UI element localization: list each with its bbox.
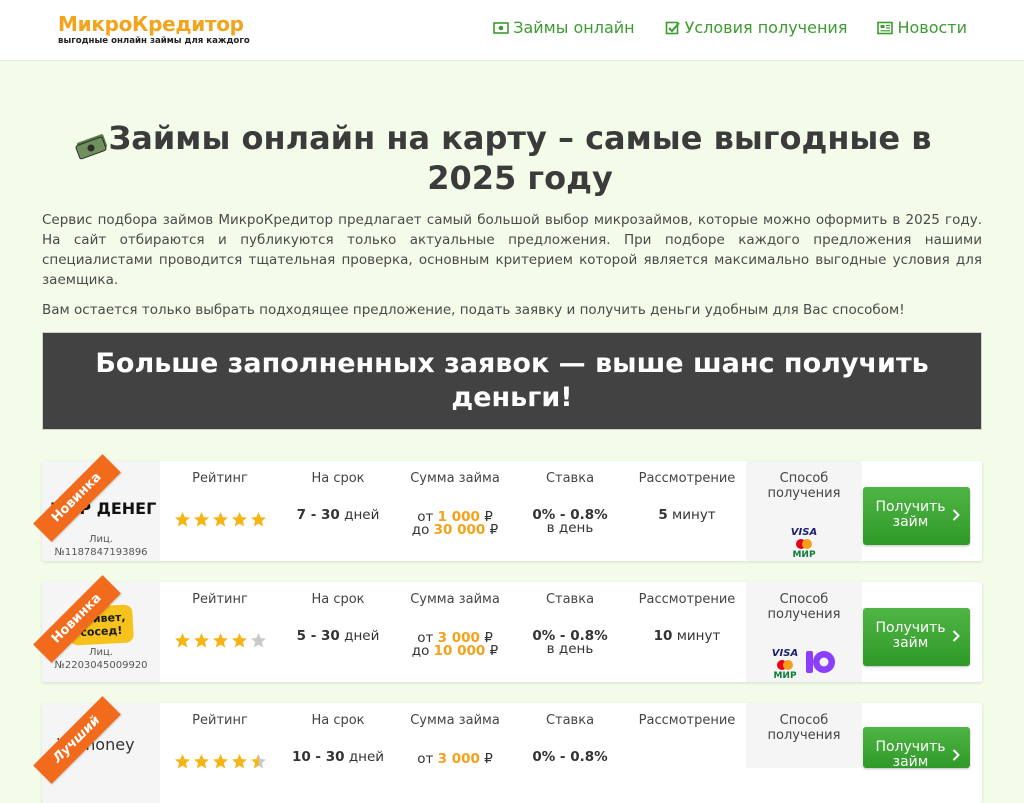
amount-value: от 1 000 ₽ до 30 000 ₽ [411,509,499,538]
offer-card: joymoney Лучший Рейтинг На срок 10 - 30 … [33,696,982,803]
chevron-right-icon [952,630,960,642]
payment-methods: Способ получения VISA МИР [746,461,862,561]
rate-value: 0% - 0.8% в день [532,507,608,536]
col-head-review: Рассмотрение [638,713,736,728]
nav-label-news: Новости [897,18,967,37]
star-icon [175,754,190,769]
get-loan-button[interactable]: Получить займ [863,727,970,770]
page-title: Займы онлайн на карту – самые выгодные в… [108,119,932,197]
star-icon [251,633,266,648]
visa-mc-mir-logo: VISA МИР [771,648,799,681]
col-head-review: Рассмотрение [638,471,736,486]
logo-subtitle: выгодные онлайн займы для каждого [58,36,250,46]
star-icon [213,512,228,527]
rating-stars [174,753,267,770]
amount-value: от 3 000 ₽ [417,751,493,767]
rate-value: 0% - 0.8% в день [532,628,608,657]
col-head-method: Способ получения [767,713,841,743]
check-square-icon [665,21,680,34]
col-head-amount: Сумма займа [410,592,500,607]
star-icon [232,512,247,527]
site-logo[interactable]: МикроКредитор выгодные онлайн займы для … [58,12,258,46]
term-value: 5 - 30 дней [296,628,380,644]
rate-value: 0% - 0.8% [532,749,608,765]
nav-item-news[interactable]: Новости [877,18,967,37]
col-head-method: Способ получения [767,592,841,622]
nav-label-conditions: Условия получения [684,18,848,37]
get-loan-button[interactable]: Получить займ [863,608,970,666]
term-value: 7 - 30 дней [296,507,380,523]
star-icon [213,754,228,769]
get-loan-button[interactable]: Получить займ [863,487,970,545]
col-head-method: Способ получения [767,471,841,501]
chevron-right-icon [952,749,960,761]
rating-stars [174,632,267,649]
star-icon [232,754,247,769]
col-head-rating: Рейтинг [192,471,248,486]
logo-title: МикроКредитор [58,12,244,36]
col-head-rating: Рейтинг [192,592,248,607]
nav-item-loans[interactable]: Займы онлайн [493,18,635,37]
col-head-rate: Ставка [545,471,595,486]
license-number: Лиц. №1187847193896 [54,534,148,558]
col-head-amount: Сумма займа [410,713,500,728]
col-head-rate: Ставка [545,713,595,728]
col-head-rating: Рейтинг [192,713,248,728]
offer-card: Привет, сосед! Лиц. №2203045009920 Новин… [33,575,982,682]
col-head-term: На срок [311,713,365,728]
intro-text: Сервис подбора займов МикроКредитор пред… [42,212,982,288]
star-icon [175,512,190,527]
visa-mc-mir-logo: VISA МИР [790,527,818,560]
promo-banner: Больше заполненных заявок — выше шанс по… [42,332,982,430]
money-icon [493,21,510,34]
col-head-rate: Ставка [545,592,595,607]
star-icon [251,512,266,527]
rating-stars [174,511,267,528]
star-icon [194,633,209,648]
yoomoney-icon [806,651,835,673]
newspaper-icon [877,21,894,34]
star-icon [194,754,209,769]
payment-methods: Способ получения [746,703,862,768]
star-icon [232,633,247,648]
col-head-term: На срок [311,592,365,607]
star-icon [175,633,190,648]
chevron-right-icon [952,509,960,521]
amount-value: от 3 000 ₽ до 10 000 ₽ [411,630,499,659]
intro-text-2: Вам остается только выбрать подходящее п… [42,302,905,318]
offer-card: МИР ДЕНЕГ Лиц. №1187847193896 Новинка Ре… [33,454,982,561]
review-value: 5 минут [658,507,716,523]
nav-item-conditions[interactable]: Условия получения [665,18,848,37]
col-head-term: На срок [311,471,365,486]
star-icon [194,512,209,527]
nav-label-loans: Займы онлайн [513,18,635,37]
review-value: 10 минут [653,628,721,644]
main-nav: Займы онлайн Условия получения Новости [493,18,967,37]
payment-methods: Способ получения VISA МИР [746,582,862,682]
star-icon [213,633,228,648]
col-head-amount: Сумма займа [410,471,500,486]
star-icon [251,754,266,769]
term-value: 10 - 30 дней [291,749,385,765]
col-head-review: Рассмотрение [638,592,736,607]
site-header: МикроКредитор выгодные онлайн займы для … [0,0,1024,61]
